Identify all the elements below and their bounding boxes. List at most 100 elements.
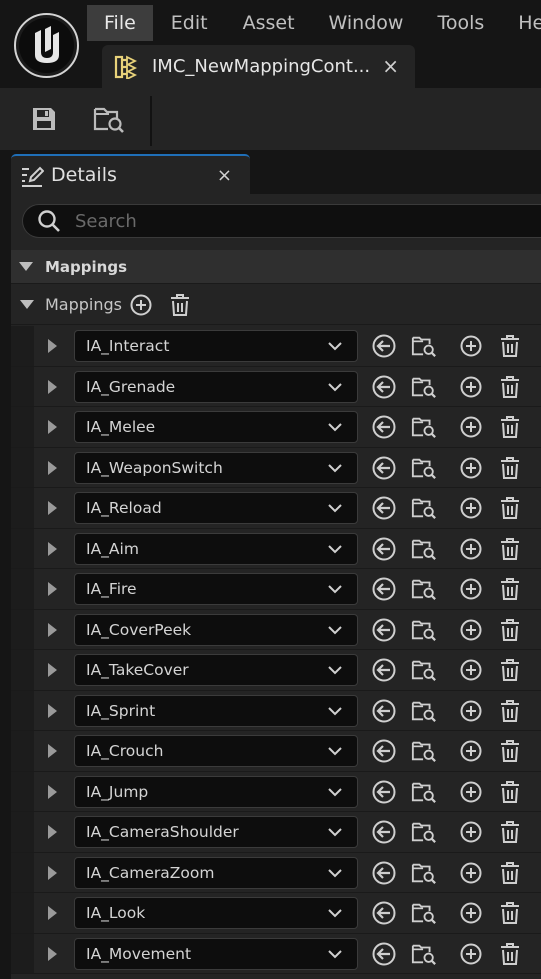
menu-edit[interactable]: Edit <box>153 5 226 41</box>
expand-arrow-icon[interactable] <box>48 582 57 596</box>
clear-all-trash-icon[interactable] <box>167 292 193 318</box>
delete-trash-icon[interactable] <box>497 657 523 683</box>
expand-arrow-icon[interactable] <box>48 501 57 515</box>
use-selected-asset-icon[interactable] <box>371 860 397 886</box>
input-action-dropdown[interactable]: IA_Grenade <box>74 370 358 403</box>
input-action-dropdown[interactable]: IA_CameraZoom <box>74 856 358 889</box>
collapse-arrow-icon[interactable] <box>20 300 34 309</box>
expand-arrow-icon[interactable] <box>48 663 57 677</box>
add-mapping-icon[interactable] <box>458 495 484 521</box>
browse-asset-icon[interactable] <box>411 333 437 359</box>
menu-window[interactable]: Window <box>312 5 421 41</box>
delete-trash-icon[interactable] <box>497 536 523 562</box>
use-selected-asset-icon[interactable] <box>371 698 397 724</box>
add-mapping-icon[interactable] <box>458 738 484 764</box>
add-mapping-icon[interactable] <box>458 455 484 481</box>
use-selected-asset-icon[interactable] <box>371 819 397 845</box>
expand-arrow-icon[interactable] <box>48 744 57 758</box>
delete-trash-icon[interactable] <box>497 941 523 967</box>
delete-trash-icon[interactable] <box>497 455 523 481</box>
browse-asset-icon[interactable] <box>411 414 437 440</box>
delete-trash-icon[interactable] <box>497 576 523 602</box>
close-tab-icon[interactable]: × <box>382 55 399 77</box>
input-action-dropdown[interactable]: IA_Aim <box>74 532 358 565</box>
input-action-dropdown[interactable]: IA_CameraShoulder <box>74 816 358 848</box>
delete-trash-icon[interactable] <box>497 900 523 926</box>
expand-arrow-icon[interactable] <box>48 622 57 637</box>
use-selected-asset-icon[interactable] <box>371 495 397 521</box>
add-mapping-icon[interactable] <box>458 576 484 602</box>
delete-trash-icon[interactable] <box>497 333 523 359</box>
use-selected-asset-icon[interactable] <box>371 941 397 967</box>
input-action-dropdown[interactable]: IA_Crouch <box>74 735 358 767</box>
expand-arrow-icon[interactable] <box>48 379 57 394</box>
delete-trash-icon[interactable] <box>497 698 523 724</box>
collapse-arrow-icon[interactable] <box>19 262 33 271</box>
expand-arrow-icon[interactable] <box>48 784 57 799</box>
input-action-dropdown[interactable]: IA_Look <box>74 897 358 929</box>
browse-asset-icon[interactable] <box>411 536 437 562</box>
use-selected-asset-icon[interactable] <box>371 657 397 683</box>
expand-arrow-icon[interactable] <box>48 420 57 434</box>
add-mapping-icon[interactable] <box>458 900 484 926</box>
asset-document-tab[interactable]: IMC_NewMappingCont... × <box>102 45 415 88</box>
add-mapping-icon[interactable] <box>458 860 484 886</box>
delete-trash-icon[interactable] <box>497 374 523 400</box>
delete-trash-icon[interactable] <box>497 738 523 764</box>
use-selected-asset-icon[interactable] <box>371 779 397 805</box>
close-details-icon[interactable]: × <box>217 165 232 186</box>
use-selected-asset-icon[interactable] <box>371 536 397 562</box>
browse-asset-icon[interactable] <box>411 455 437 481</box>
unreal-logo-icon[interactable] <box>14 13 79 78</box>
add-mapping-icon[interactable] <box>458 698 484 724</box>
delete-trash-icon[interactable] <box>497 860 523 886</box>
search-box[interactable] <box>22 204 541 238</box>
expand-arrow-icon[interactable] <box>48 703 57 718</box>
browse-asset-icon[interactable] <box>411 374 437 400</box>
delete-trash-icon[interactable] <box>497 779 523 805</box>
input-action-dropdown[interactable]: IA_Melee <box>74 411 358 443</box>
add-mapping-icon[interactable] <box>458 779 484 805</box>
menu-asset[interactable]: Asset <box>226 5 312 41</box>
delete-trash-icon[interactable] <box>497 495 523 521</box>
browse-asset-icon[interactable] <box>411 819 437 845</box>
input-action-dropdown[interactable]: IA_Reload <box>74 492 358 524</box>
use-selected-asset-icon[interactable] <box>371 374 397 400</box>
save-icon[interactable] <box>27 102 61 136</box>
input-action-dropdown[interactable]: IA_Movement <box>74 937 358 970</box>
input-action-dropdown[interactable]: IA_TakeCover <box>74 654 358 686</box>
browse-asset-icon[interactable] <box>411 738 437 764</box>
browse-asset-icon[interactable] <box>411 860 437 886</box>
expand-arrow-icon[interactable] <box>48 339 57 353</box>
use-selected-asset-icon[interactable] <box>371 617 397 643</box>
search-input[interactable] <box>75 210 495 232</box>
add-mapping-icon[interactable] <box>458 414 484 440</box>
details-tab[interactable]: Details × <box>11 154 250 194</box>
add-mapping-icon[interactable] <box>458 333 484 359</box>
add-element-icon[interactable] <box>128 292 154 318</box>
expand-arrow-icon[interactable] <box>48 946 57 961</box>
browse-asset-icon[interactable] <box>411 576 437 602</box>
use-selected-asset-icon[interactable] <box>371 455 397 481</box>
menu-file[interactable]: File <box>87 5 153 41</box>
delete-trash-icon[interactable] <box>497 617 523 643</box>
use-selected-asset-icon[interactable] <box>371 900 397 926</box>
expand-arrow-icon[interactable] <box>48 865 57 880</box>
add-mapping-icon[interactable] <box>458 819 484 845</box>
expand-arrow-icon[interactable] <box>48 460 57 475</box>
delete-trash-icon[interactable] <box>497 414 523 440</box>
add-mapping-icon[interactable] <box>458 941 484 967</box>
add-mapping-icon[interactable] <box>458 617 484 643</box>
input-action-dropdown[interactable]: IA_Fire <box>74 573 358 605</box>
add-mapping-icon[interactable] <box>458 374 484 400</box>
browse-asset-icon[interactable] <box>411 779 437 805</box>
input-action-dropdown[interactable]: IA_Interact <box>74 330 358 362</box>
browse-asset-icon[interactable] <box>411 617 437 643</box>
delete-trash-icon[interactable] <box>497 819 523 845</box>
browse-asset-icon[interactable] <box>411 698 437 724</box>
browse-asset-icon[interactable] <box>411 657 437 683</box>
browse-asset-icon[interactable] <box>411 941 437 967</box>
mappings-category-header[interactable]: Mappings <box>11 250 541 284</box>
input-action-dropdown[interactable]: IA_Sprint <box>74 694 358 727</box>
use-selected-asset-icon[interactable] <box>371 414 397 440</box>
